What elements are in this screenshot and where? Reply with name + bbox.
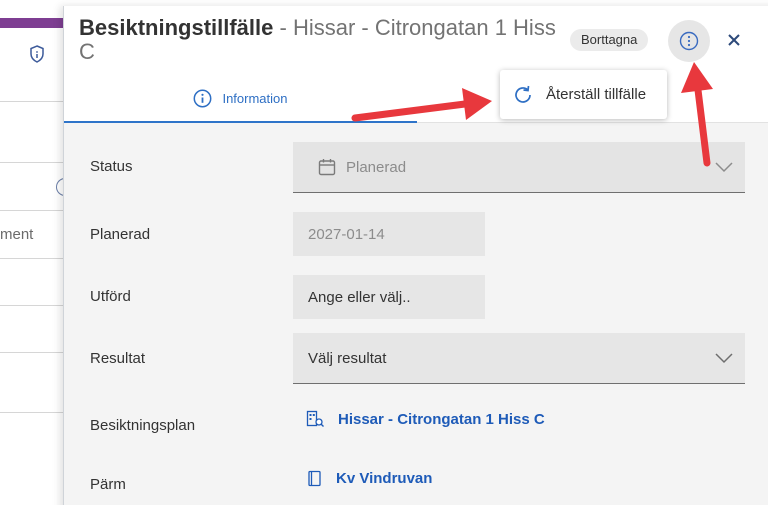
inspection-dialog: Besiktningstillfälle - Hissar - Citronga… (63, 6, 768, 505)
restore-occasion-label: Återställ tillfälle (546, 86, 647, 103)
dialog-header: Besiktningstillfälle - Hissar - Citronga… (64, 6, 768, 76)
inspection-plan-label: Besiktningsplan (90, 417, 196, 434)
status-select[interactable]: Planerad (293, 142, 745, 193)
background-divider (0, 162, 64, 163)
background-divider (0, 305, 64, 306)
background-partial-text: ment (0, 226, 34, 243)
title-separator: - (273, 15, 293, 40)
performed-label: Utförd (90, 288, 131, 305)
planned-date-field[interactable]: 2027-01-14 (293, 212, 485, 256)
refresh-icon (515, 85, 531, 103)
status-value: Planerad (346, 159, 407, 176)
tab-information[interactable]: Information (64, 76, 417, 123)
binder-label: Pärm (90, 476, 126, 493)
result-value: Välj resultat (308, 350, 387, 367)
shield-icon[interactable] (27, 44, 47, 64)
chevron-down-icon (715, 162, 733, 173)
chevron-down-icon (715, 353, 733, 364)
background-divider (0, 412, 64, 413)
tab-information-label: Information (222, 91, 288, 106)
binder-link-label: Kv Vindruvan (336, 470, 433, 487)
binder-link[interactable]: Kv Vindruvan (306, 470, 432, 487)
result-select[interactable]: Välj resultat (293, 333, 745, 384)
screen: ment Besiktningstillfälle - Hissar - Cit… (0, 0, 768, 505)
background-divider (0, 258, 64, 259)
inspection-form: Status Planerad Planerad 2027-01-14 Utfö… (64, 123, 768, 505)
close-button[interactable] (720, 26, 748, 54)
background-divider (0, 352, 64, 353)
performed-date-placeholder: Ange eller välj.. (308, 289, 411, 306)
result-label: Resultat (90, 350, 146, 367)
background-app-bar (0, 18, 70, 28)
status-label: Status (90, 158, 133, 175)
background-divider (0, 101, 64, 102)
background-divider (0, 210, 64, 211)
info-circle-icon (194, 89, 212, 108)
background-app: ment (0, 0, 70, 505)
restore-occasion-menu-item[interactable]: Återställ tillfälle (500, 70, 667, 119)
inspection-plan-link-label: Hissar - Citrongatan 1 Hiss C (338, 411, 545, 428)
more-options-button[interactable] (668, 20, 710, 62)
inspection-plan-link[interactable]: Hissar - Citrongatan 1 Hiss C (306, 410, 545, 429)
dialog-title: Besiktningstillfälle - Hissar - Citronga… (79, 16, 569, 64)
book-icon (308, 470, 321, 487)
performed-date-field[interactable]: Ange eller välj.. (293, 275, 485, 319)
close-icon (728, 34, 740, 46)
calendar-icon (318, 159, 336, 176)
more-vertical-icon (679, 31, 699, 51)
planned-label: Planerad (90, 226, 151, 243)
planned-date-value: 2027-01-14 (308, 226, 385, 243)
building-search-icon (306, 410, 324, 427)
page-title: Besiktningstillfälle (79, 15, 274, 40)
status-badge: Borttagna (570, 29, 649, 51)
